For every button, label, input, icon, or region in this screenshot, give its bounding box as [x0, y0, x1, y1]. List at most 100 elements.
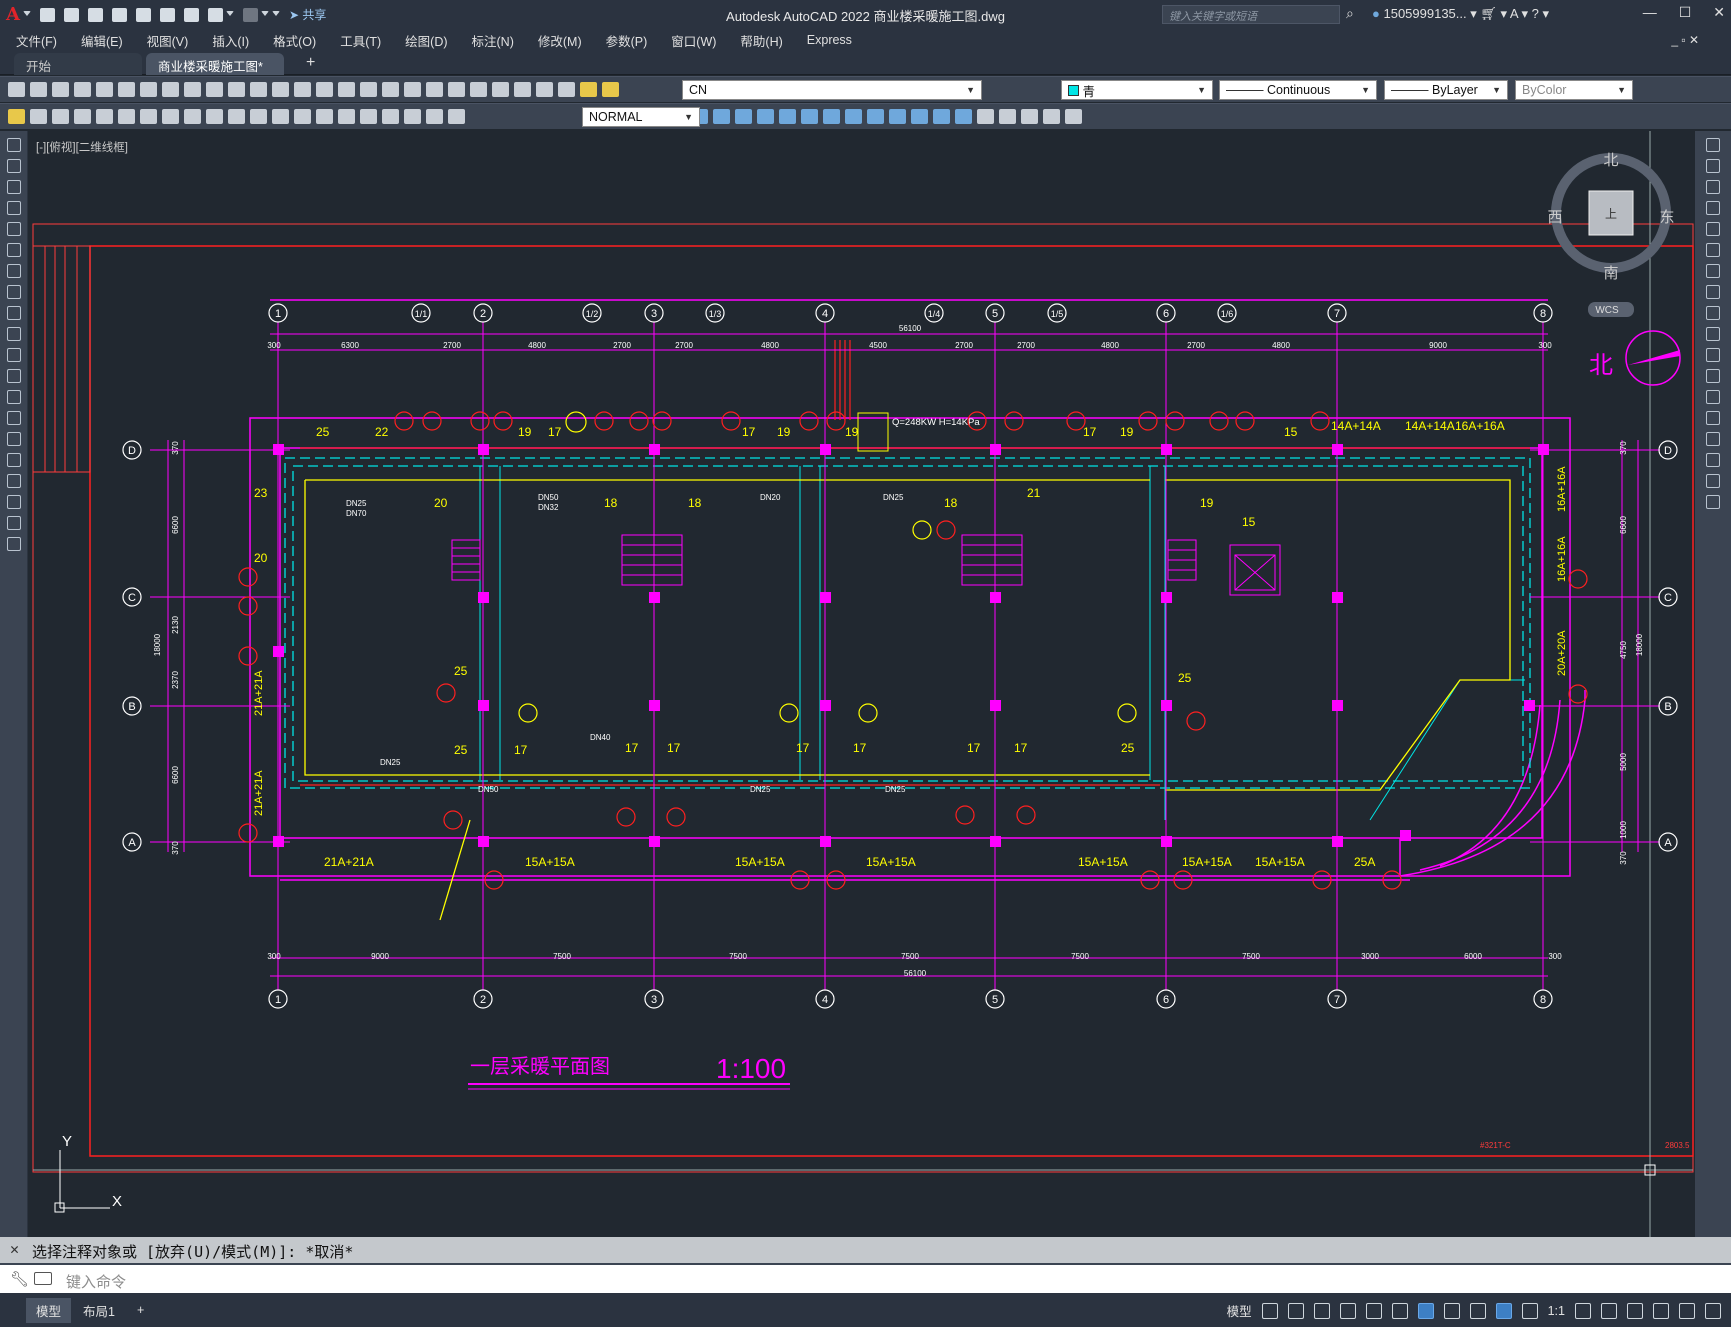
- dim-aligned-icon[interactable]: [52, 109, 69, 124]
- join-icon-r[interactable]: [1706, 411, 1720, 425]
- tab-drawing[interactable]: 商业楼采暖施工图* ×: [146, 53, 284, 89]
- new-file-icon[interactable]: [39, 7, 55, 22]
- command-line[interactable]: 🔧︎ 键入命令: [0, 1263, 1731, 1293]
- calc-icon[interactable]: [514, 82, 531, 97]
- layout-tab-model[interactable]: 模型: [26, 1297, 72, 1323]
- break-point-icon-r[interactable]: [1706, 369, 1720, 383]
- text-edit-icon[interactable]: [8, 109, 25, 124]
- isolate-icon[interactable]: [1627, 1302, 1643, 1319]
- dim-jogged-icon[interactable]: [140, 109, 157, 124]
- dim-edit-icon[interactable]: [404, 109, 421, 124]
- block-editor-icon[interactable]: [250, 82, 267, 97]
- close-icon[interactable]: ✕: [1713, 4, 1725, 21]
- dim-diameter-icon[interactable]: [162, 109, 179, 124]
- menu-parametric[interactable]: 参数(P): [606, 31, 648, 50]
- break-icon-r[interactable]: [1706, 390, 1720, 404]
- linetype-dropdown[interactable]: ——— Continuous ▼: [1219, 80, 1377, 100]
- undo-dropdown-icon[interactable]: [225, 10, 234, 19]
- ungroup-icon[interactable]: [1065, 109, 1082, 124]
- model-space-toggle[interactable]: 模型: [1227, 1301, 1252, 1320]
- menu-window[interactable]: 窗口(W): [671, 31, 716, 50]
- polar-icon[interactable]: [1339, 1302, 1356, 1319]
- table-icon[interactable]: [6, 495, 21, 509]
- save-as-icon[interactable]: [111, 7, 127, 22]
- compass-west[interactable]: 西: [1547, 209, 1562, 226]
- save-to-web-icon[interactable]: [159, 7, 175, 22]
- lineweight-icon[interactable]: [1443, 1302, 1460, 1319]
- customize-status-icon[interactable]: [1705, 1302, 1721, 1319]
- snap-icon[interactable]: [1287, 1302, 1304, 1319]
- redo-icon[interactable]: [242, 7, 258, 22]
- color-dropdown[interactable]: 青 ▼: [1061, 80, 1213, 100]
- transparency-icon[interactable]: [1469, 1302, 1486, 1319]
- preview-icon[interactable]: [96, 82, 113, 97]
- menu-tools[interactable]: 工具(T): [340, 31, 381, 50]
- layout-tab-1[interactable]: 布局1: [73, 1298, 125, 1323]
- copy-icon-r[interactable]: [1706, 159, 1720, 173]
- dim-radius-icon[interactable]: [118, 109, 135, 124]
- menu-edit[interactable]: 编辑(E): [81, 31, 123, 50]
- save-icon-2[interactable]: [52, 82, 69, 97]
- layer-dropdown[interactable]: CN ▼: [682, 80, 982, 100]
- add-selected-icon[interactable]: [6, 537, 21, 551]
- offset-icon-r[interactable]: [1706, 201, 1720, 215]
- make-block-icon[interactable]: [999, 109, 1016, 124]
- stretch-icon-r[interactable]: [1706, 306, 1720, 320]
- fillet-icon[interactable]: [933, 109, 950, 124]
- hatch-icon[interactable]: [6, 432, 21, 446]
- jog-linear-icon[interactable]: [382, 109, 399, 124]
- gear-icon[interactable]: [1575, 1302, 1591, 1319]
- app-menu-chevron-icon[interactable]: [22, 10, 31, 19]
- menu-file[interactable]: 文件(F): [16, 31, 57, 50]
- viewport-controls[interactable]: [-][俯视][二维线框]: [36, 139, 128, 155]
- search-icon[interactable]: ⌕: [1346, 5, 1354, 22]
- polygon-icon[interactable]: [6, 201, 21, 215]
- zoom-previous-icon[interactable]: [382, 82, 399, 97]
- fillet-icon-r[interactable]: [1706, 453, 1720, 467]
- 3dprint-icon[interactable]: [140, 82, 157, 97]
- draworder-icon[interactable]: [1021, 109, 1038, 124]
- menu-modify[interactable]: 修改(M): [538, 31, 582, 50]
- trim-icon-r[interactable]: [1706, 327, 1720, 341]
- markup-icon[interactable]: [492, 82, 509, 97]
- dim-update-icon[interactable]: [448, 109, 465, 124]
- chamfer-icon-r[interactable]: [1706, 432, 1720, 446]
- explode-icon-r[interactable]: [1706, 495, 1720, 509]
- menu-help[interactable]: 帮助(H): [740, 31, 782, 50]
- ellipse-arc-icon[interactable]: [6, 348, 21, 362]
- layer-freeze-icon[interactable]: [602, 82, 619, 97]
- dim-continue-icon[interactable]: [250, 109, 267, 124]
- trim-icon[interactable]: [823, 109, 840, 124]
- user-account[interactable]: ● 1505999135... ▾ 🛒︎ ▾ A ▾ ? ▾: [1372, 6, 1549, 22]
- tolerance-icon[interactable]: [316, 109, 333, 124]
- plot-icon[interactable]: [183, 7, 199, 22]
- polyline-icon[interactable]: [6, 180, 21, 194]
- tab-start[interactable]: 开始: [14, 53, 142, 75]
- redo-dropdown-icon[interactable]: [260, 10, 269, 19]
- extend-icon-r[interactable]: [1706, 348, 1720, 362]
- clean-screen-icon[interactable]: [1679, 1302, 1695, 1319]
- extend-icon[interactable]: [845, 109, 862, 124]
- layer-manager-icon[interactable]: [558, 82, 575, 97]
- add-layout-button[interactable]: +: [127, 1300, 154, 1320]
- redo-icon-2[interactable]: [294, 82, 311, 97]
- save-icon[interactable]: [87, 7, 103, 22]
- design-center-icon[interactable]: [426, 82, 443, 97]
- compass-east[interactable]: 东: [1659, 209, 1674, 226]
- menu-insert[interactable]: 插入(I): [212, 31, 249, 50]
- mtext-icon[interactable]: [6, 516, 21, 530]
- auto-scale-icon[interactable]: [1521, 1302, 1538, 1319]
- minimize-icon[interactable]: —: [1643, 4, 1657, 21]
- menu-express[interactable]: Express: [807, 33, 852, 47]
- open-file-icon[interactable]: [63, 7, 79, 22]
- zoom-window-icon[interactable]: [360, 82, 377, 97]
- annotation-scale[interactable]: 1:1: [1548, 1304, 1565, 1318]
- menu-draw[interactable]: 绘图(D): [405, 31, 447, 50]
- dim-space-icon[interactable]: [272, 109, 289, 124]
- plus-icon[interactable]: [1601, 1302, 1617, 1319]
- join-icon[interactable]: [889, 109, 906, 124]
- customize-icon[interactable]: 🔧︎: [10, 1270, 29, 1288]
- move-icon-r[interactable]: [1706, 243, 1720, 257]
- annotation-visibility-icon[interactable]: [1495, 1302, 1512, 1319]
- explode-icon[interactable]: [955, 109, 972, 124]
